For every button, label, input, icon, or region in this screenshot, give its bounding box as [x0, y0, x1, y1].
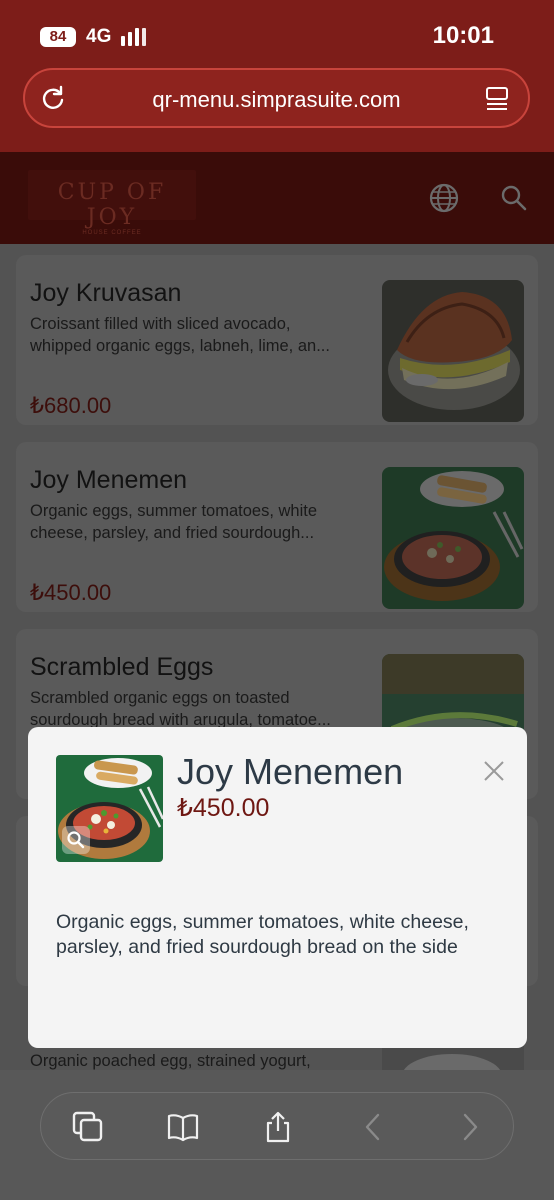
description-line: Organic eggs, summer tomatoes, white: [30, 502, 318, 520]
browser-top-bar: 84 4G 10:01 qr-menu.simprasuite.com: [0, 0, 554, 152]
description-line: whipped organic eggs, labneh, lime, an..…: [30, 337, 330, 355]
modal-item-title: Joy Menemen: [177, 751, 404, 792]
url-text[interactable]: qr-menu.simprasuite.com: [85, 87, 468, 113]
magnifier-icon: [67, 831, 85, 849]
menu-item-title: Scrambled Eggs: [30, 653, 214, 681]
browser-toolbar: [40, 1092, 514, 1160]
menu-item-description: Scrambled organic eggs on toasted sourdo…: [30, 687, 365, 731]
logo-subtext: HOUSE COFFEE: [82, 230, 142, 236]
zoom-image-button[interactable]: [62, 826, 90, 854]
menu-item-description: Croissant filled with sliced avocado, wh…: [30, 313, 365, 357]
menu-item-price: ₺680.00: [30, 393, 112, 418]
modal-item-image[interactable]: [56, 755, 163, 862]
menu-item-card[interactable]: Joy Kruvasan Croissant filled with slice…: [16, 255, 538, 425]
globe-icon[interactable]: [428, 182, 460, 214]
share-icon[interactable]: [261, 1110, 295, 1144]
menu-item-card[interactable]: Joy Menemen Organic eggs, summer tomatoe…: [16, 442, 538, 612]
modal-item-price: ₺450.00: [177, 794, 270, 822]
forward-icon[interactable]: [453, 1110, 487, 1144]
item-detail-modal: Joy Menemen ₺450.00 Organic eggs, summer…: [28, 727, 527, 1048]
back-icon[interactable]: [356, 1110, 390, 1144]
site-logo[interactable]: CUP OF JOY HOUSE COFFEE: [28, 170, 196, 236]
close-icon[interactable]: [482, 759, 506, 783]
description-line: Organic poached egg, strained yogurt,: [30, 1052, 311, 1070]
address-bar[interactable]: qr-menu.simprasuite.com: [23, 68, 530, 128]
battery-indicator: 84: [40, 27, 76, 47]
description-line: Croissant filled with sliced avocado,: [30, 315, 291, 333]
search-icon[interactable]: [500, 184, 528, 212]
modal-item-description: Organic eggs, summer tomatoes, white che…: [56, 911, 469, 958]
tabs-icon[interactable]: [71, 1110, 105, 1144]
menu-item-description: Organic eggs, summer tomatoes, white che…: [30, 500, 365, 544]
site-header: CUP OF JOY HOUSE COFFEE: [0, 152, 554, 244]
menu-item-price: ₺450.00: [30, 580, 112, 605]
menu-item-title: Joy Menemen: [30, 466, 188, 494]
menemen-photo[interactable]: [382, 467, 524, 609]
browser-bottom-bar: [0, 1070, 554, 1200]
signal-icon: [121, 28, 151, 46]
reader-mode-icon[interactable]: [484, 86, 510, 112]
network-type: 4G: [86, 26, 112, 47]
menu-item-title: Joy Kruvasan: [30, 279, 182, 307]
logo-text: CUP OF JOY: [57, 180, 167, 230]
clock: 10:01: [432, 22, 494, 49]
description-line: Scrambled organic eggs on toasted: [30, 689, 290, 707]
description-line: cheese, parsley, and fried sourdough...: [30, 524, 315, 542]
status-bar: 84 4G 10:01: [0, 22, 554, 52]
bookmarks-icon[interactable]: [166, 1110, 200, 1144]
croissant-photo[interactable]: [382, 280, 524, 422]
reload-icon[interactable]: [39, 84, 67, 112]
